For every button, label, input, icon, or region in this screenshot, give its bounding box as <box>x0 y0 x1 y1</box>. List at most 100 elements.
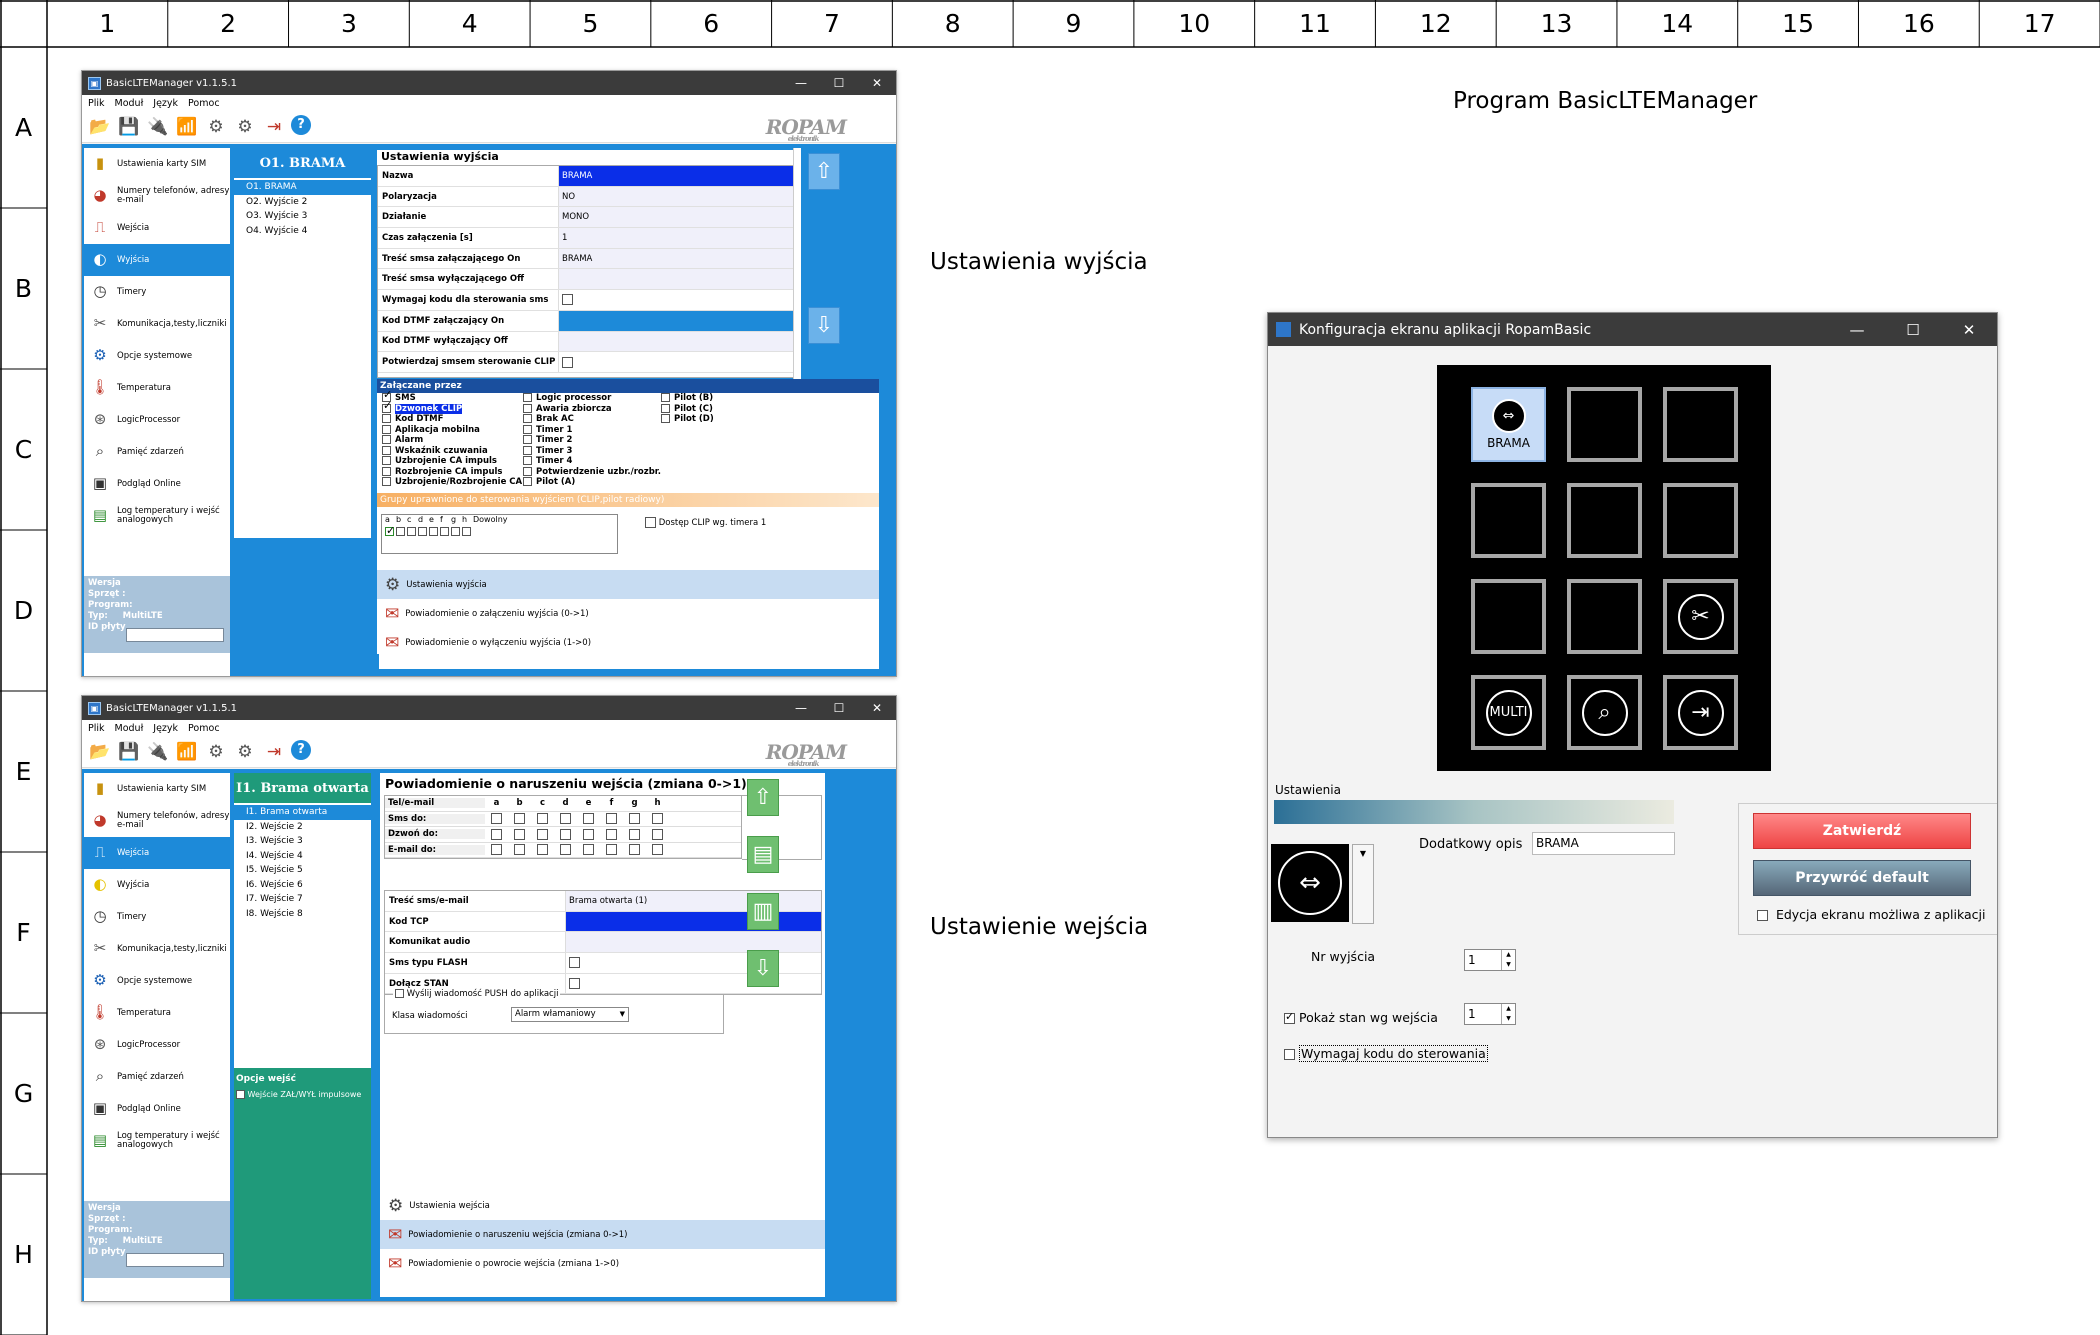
chip-icon[interactable]: ⚙ <box>204 740 228 764</box>
group-checkbox[interactable] <box>396 527 405 536</box>
property-value[interactable] <box>558 269 796 290</box>
notif-cell[interactable] <box>531 844 554 856</box>
notif-checkbox[interactable] <box>606 844 617 856</box>
sidebar-item[interactable]: ⌕ Pamięć zdarzeń <box>84 436 230 468</box>
enabled-by-option[interactable]: Uzbrojenie/Rozbrojenie CA <box>382 477 522 488</box>
sidebar-item[interactable]: 🌡 Temperatura <box>84 997 230 1029</box>
notif-checkbox[interactable] <box>629 844 640 856</box>
icon-dropdown[interactable]: ▼ <box>1352 844 1374 924</box>
clip-timer-option[interactable]: Dostęp CLIP wg. timera 1 <box>645 517 766 528</box>
sidebar-item[interactable]: ▣ Podgląd Online <box>84 468 230 500</box>
enabled-by-option[interactable]: Brak AC <box>523 414 661 425</box>
group-checkbox[interactable] <box>385 524 395 537</box>
option-checkbox[interactable] <box>661 403 670 413</box>
option-checkbox[interactable] <box>382 401 392 413</box>
clip-timer-checkbox[interactable] <box>645 517 656 528</box>
menu-item-język[interactable]: Język <box>153 723 178 734</box>
group-checkbox[interactable] <box>407 527 416 536</box>
sidebar-item[interactable]: ▮ Ustawienia karty SIM <box>84 773 230 805</box>
property-value[interactable] <box>558 290 796 310</box>
usb-icon[interactable]: 🔌 <box>146 740 170 764</box>
enabled-by-option[interactable]: Timer 4 <box>523 456 661 467</box>
notif-cell[interactable] <box>600 813 623 825</box>
edit-in-app-option[interactable]: Edycja ekranu możliwa z aplikacji <box>1757 907 1985 922</box>
list-item[interactable]: I6. Wejście 6 <box>234 878 371 893</box>
move-up-button[interactable]: ⇧ <box>747 779 779 816</box>
notif-cell[interactable] <box>577 844 600 856</box>
tile-gate[interactable]: ⇔ BRAMA <box>1471 387 1546 462</box>
sidebar-item[interactable]: ⚙ Opcje systemowe <box>84 340 230 372</box>
list-item[interactable]: I5. Wejście 5 <box>234 863 371 878</box>
antenna-icon[interactable]: 📶 <box>175 740 199 764</box>
help-icon[interactable]: ? <box>291 114 311 135</box>
minimize-button[interactable]: — <box>1829 321 1885 339</box>
sidebar-item[interactable]: ▣ Podgląd Online <box>84 1093 230 1125</box>
notif-checkbox[interactable] <box>652 844 663 856</box>
sidebar-item[interactable]: ⚙ Opcje systemowe <box>84 965 230 997</box>
enabled-by-option[interactable]: Kod DTMF <box>382 414 522 425</box>
notif-cell[interactable] <box>554 828 577 840</box>
notif-checkbox[interactable] <box>560 813 571 825</box>
enabled-by-option[interactable]: Alarm <box>382 435 522 446</box>
sidebar-item[interactable]: ◷ Timery <box>84 276 230 308</box>
maximize-button[interactable]: ☐ <box>1885 321 1941 339</box>
chip2-icon[interactable]: ⚙ <box>233 115 257 139</box>
sidebar-item[interactable]: ◕ Numery telefonów, adresy e-mail <box>84 180 230 212</box>
notif-checkbox[interactable] <box>652 828 663 840</box>
list-item[interactable]: O4. Wyjście 4 <box>234 224 371 239</box>
notif-cell[interactable] <box>577 813 600 825</box>
sidebar-item[interactable]: ▮ Ustawienia karty SIM <box>84 148 230 180</box>
sidebar-item[interactable]: ◷ Timery <box>84 901 230 933</box>
empty-tile[interactable] <box>1567 483 1642 558</box>
menu-item-język[interactable]: Język <box>153 98 178 109</box>
paste-button[interactable]: ▥ <box>747 893 779 930</box>
property-value[interactable] <box>565 932 821 953</box>
enabled-by-option[interactable]: SMS <box>382 390 522 404</box>
board-id-field[interactable] <box>126 1253 224 1267</box>
save-icon[interactable]: 💾 <box>117 740 141 764</box>
notif-cell[interactable] <box>531 813 554 825</box>
enabled-by-option[interactable]: Timer 3 <box>523 445 661 457</box>
option-checkbox[interactable] <box>523 477 532 486</box>
menu-item-plik[interactable]: Plik <box>88 723 105 734</box>
menu-item-pomoc[interactable]: Pomoc <box>188 723 220 734</box>
notif-cell[interactable] <box>554 813 577 825</box>
empty-tile[interactable] <box>1471 483 1546 558</box>
folder-icon[interactable]: 📂 <box>88 115 112 139</box>
list-item[interactable]: I8. Wejście 8 <box>234 907 371 922</box>
enabled-by-option[interactable]: Rozbrojenie CA impuls <box>382 466 522 478</box>
notif-checkbox[interactable] <box>491 844 502 856</box>
property-checkbox[interactable] <box>562 294 573 306</box>
notif-cell[interactable] <box>646 844 669 856</box>
tile-search-doc[interactable]: ⌕ <box>1567 675 1642 750</box>
option-checkbox[interactable] <box>382 414 391 423</box>
empty-tile[interactable] <box>1471 579 1546 654</box>
antenna-icon[interactable]: 📶 <box>175 115 199 139</box>
group-checkbox[interactable] <box>429 527 438 536</box>
sidebar-item[interactable]: ⎍ Wejścia <box>84 837 230 869</box>
enabled-by-option[interactable]: Pilot (B) <box>661 393 714 404</box>
option-checkbox[interactable] <box>661 393 670 402</box>
sidebar-item[interactable]: ⌕ Pamięć zdarzeń <box>84 1061 230 1093</box>
tile-multi[interactable]: MULTI <box>1471 675 1546 750</box>
tile-exit[interactable]: ⇥ <box>1663 675 1738 750</box>
bottom-tab[interactable]: ⚙ Ustawienia wejścia <box>380 1191 825 1220</box>
sidebar-item[interactable]: 🌡 Temperatura <box>84 372 230 404</box>
notif-cell[interactable] <box>485 844 508 856</box>
show-state-spinner[interactable]: 1 ▲ ▼ <box>1464 1003 1516 1025</box>
sidebar-item[interactable]: ◕ Numery telefonów, adresy e-mail <box>84 805 230 837</box>
minimize-button[interactable]: — <box>782 701 820 715</box>
notif-checkbox[interactable] <box>606 813 617 825</box>
notif-checkbox[interactable] <box>537 828 548 840</box>
sidebar-item[interactable]: ⊛ LogicProcessor <box>84 404 230 436</box>
maximize-button[interactable]: ☐ <box>820 76 858 90</box>
notif-cell[interactable] <box>577 828 600 840</box>
sidebar-item[interactable]: ⎍ Wejścia <box>84 212 230 244</box>
enabled-by-option[interactable]: Dzwonek CLIP <box>382 401 522 415</box>
sidebar-item[interactable]: ◐ Wyjścia <box>84 244 230 276</box>
notif-checkbox[interactable] <box>583 813 594 825</box>
notif-cell[interactable] <box>646 813 669 825</box>
notif-checkbox[interactable] <box>606 828 617 840</box>
msg-class-select[interactable]: Alarm włamaniowy ▼ <box>511 1007 629 1022</box>
notif-checkbox[interactable] <box>629 813 640 825</box>
